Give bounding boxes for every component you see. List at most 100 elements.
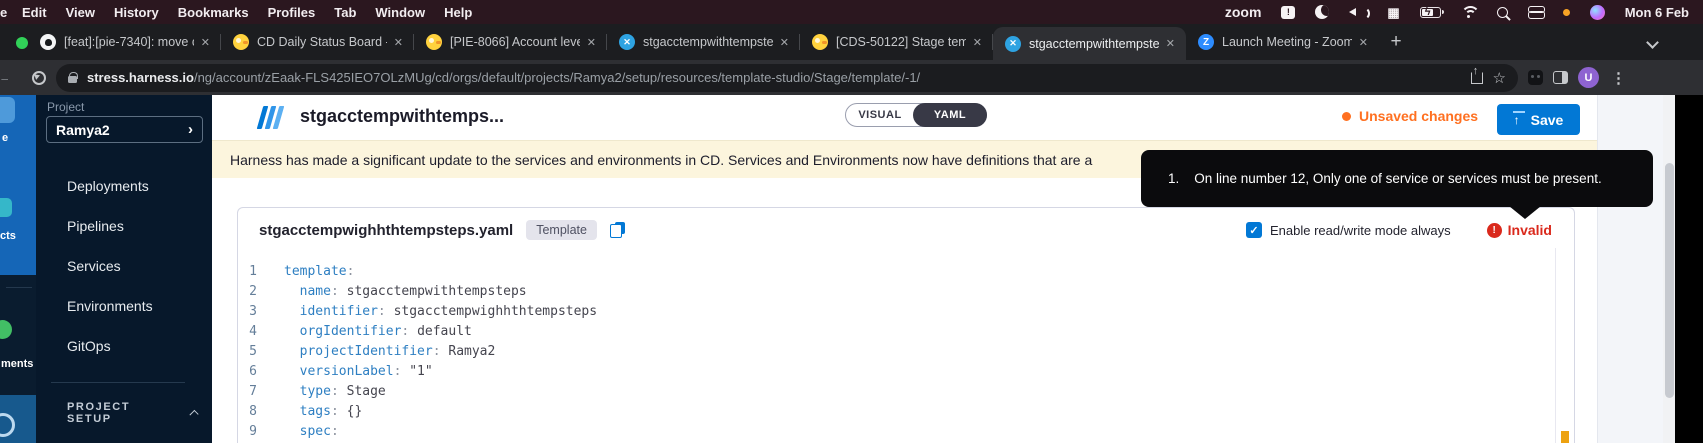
module-label-fragment: cts bbox=[0, 230, 16, 242]
github-icon bbox=[40, 34, 56, 50]
menu-tab[interactable]: Tab bbox=[334, 5, 356, 20]
module-nav-divider bbox=[6, 287, 32, 288]
zoom-statusbar-label[interactable]: zoom bbox=[1225, 4, 1262, 20]
menubar-clock[interactable]: Mon 6 Feb bbox=[1625, 5, 1689, 20]
battery-charging-icon[interactable]: ϟ bbox=[1420, 7, 1441, 18]
siri-icon[interactable] bbox=[1590, 5, 1605, 20]
sidebar-item-environments[interactable]: Environments bbox=[67, 296, 153, 316]
sidebar-project-setup[interactable]: PROJECT SETUP bbox=[67, 401, 197, 425]
crescent-icon[interactable] bbox=[1315, 5, 1329, 19]
control-center-icon[interactable] bbox=[1528, 6, 1543, 19]
tab-label: [PIE-8066] Account level t bbox=[450, 35, 580, 49]
code-line[interactable]: 8 tags: {} bbox=[238, 401, 1548, 421]
invalid-status-badge[interactable]: ! Invalid bbox=[1487, 222, 1552, 238]
keyboard-icon[interactable]: ▦ bbox=[1387, 6, 1399, 19]
address-bar[interactable]: stress.harness.io/ng/account/zEaak-FLS42… bbox=[56, 64, 1518, 92]
url-path: /ng/account/zEaak-FLS425IEO7OLzMUg/cd/or… bbox=[194, 70, 920, 85]
tab-cds-50122[interactable]: [CDS-50122] Stage templa ✕ bbox=[800, 24, 993, 60]
unsaved-changes-badge: Unsaved changes bbox=[1342, 108, 1478, 124]
close-icon[interactable]: ✕ bbox=[198, 36, 213, 49]
share-icon[interactable]: ↑ bbox=[1471, 72, 1483, 84]
menu-bookmarks[interactable]: Bookmarks bbox=[178, 5, 249, 20]
close-icon[interactable]: ✕ bbox=[777, 36, 792, 49]
wifi-icon[interactable] bbox=[1461, 6, 1477, 18]
menu-history[interactable]: History bbox=[114, 5, 159, 20]
yaml-filename: stgacctempwighhthtempsteps.yaml bbox=[259, 222, 513, 239]
sidebar-item-pipelines[interactable]: Pipelines bbox=[67, 216, 124, 236]
code-line[interactable]: 7 type: Stage bbox=[238, 381, 1548, 401]
profile-avatar[interactable]: U bbox=[1578, 67, 1599, 88]
read-write-checkbox[interactable]: ✓ bbox=[1246, 222, 1262, 238]
error-exclamation-icon: ! bbox=[1487, 223, 1502, 238]
menu-view[interactable]: View bbox=[66, 5, 95, 20]
save-button[interactable]: ↑ Save bbox=[1497, 104, 1580, 135]
code-line[interactable]: 4 orgIdentifier: default bbox=[238, 321, 1548, 341]
close-icon[interactable]: ✕ bbox=[391, 36, 406, 49]
sidebar-item-deployments[interactable]: Deployments bbox=[67, 176, 149, 196]
browser-menu-icon[interactable]: ⋮ bbox=[1609, 69, 1628, 87]
extension-icon[interactable] bbox=[1528, 70, 1543, 85]
toggle-visual[interactable]: VISUAL bbox=[846, 104, 914, 126]
reload-icon[interactable] bbox=[32, 71, 46, 85]
module-icon-fragment-green[interactable] bbox=[0, 320, 12, 339]
tab-harness-template-active[interactable]: ✕ stgacctempwithtempsteps ✕ bbox=[993, 27, 1186, 60]
tab-label: [feat]:[pie-7340]: move co bbox=[64, 35, 194, 49]
code-line[interactable]: 9 spec: bbox=[238, 421, 1548, 441]
url-host: stress.harness.io bbox=[87, 70, 194, 85]
save-label: Save bbox=[1531, 112, 1564, 128]
tab-search-chevron-icon[interactable] bbox=[1646, 36, 1659, 49]
spotlight-search-icon[interactable] bbox=[1497, 7, 1508, 18]
page-gutter bbox=[1597, 95, 1663, 443]
traffic-light-green[interactable] bbox=[16, 37, 28, 49]
browser-scrollbar[interactable] bbox=[1663, 95, 1675, 443]
status-alert-icon[interactable]: ! bbox=[1281, 6, 1295, 19]
toggle-yaml[interactable]: YAML bbox=[913, 103, 987, 127]
close-icon[interactable]: ✕ bbox=[970, 36, 985, 49]
code-line[interactable]: 6 versionLabel: "1" bbox=[238, 361, 1548, 381]
code-line[interactable]: 5 projectIdentifier: Ramya2 bbox=[238, 341, 1548, 361]
url-text[interactable]: stress.harness.io/ng/account/zEaak-FLS42… bbox=[87, 70, 1461, 85]
validation-error-tooltip: 1. On line number 12, Only one of servic… bbox=[1141, 150, 1653, 207]
scrollbar-thumb[interactable] bbox=[1665, 163, 1674, 398]
module-icon-fragment-teal[interactable] bbox=[0, 198, 12, 217]
lock-icon[interactable] bbox=[68, 76, 77, 83]
sidebar-item-services[interactable]: Services bbox=[67, 256, 121, 276]
new-tab-button[interactable]: + bbox=[1379, 24, 1413, 60]
volume-icon[interactable] bbox=[1349, 6, 1367, 18]
tab-harness-template-1[interactable]: ✕ stgacctempwithtempsteps ✕ bbox=[607, 24, 800, 60]
menu-window[interactable]: Window bbox=[375, 5, 425, 20]
tab-github-pr[interactable]: [feat]:[pie-7340]: move co ✕ bbox=[28, 24, 221, 60]
code-line[interactable]: 1template: bbox=[238, 261, 1548, 281]
editor-overview-ruler bbox=[1555, 248, 1556, 443]
menu-profiles[interactable]: Profiles bbox=[268, 5, 316, 20]
project-sidebar: Project Ramya2 › Deployments Pipelines S… bbox=[36, 95, 212, 443]
module-icon-fragment-top[interactable] bbox=[0, 97, 15, 123]
sidebar-item-gitops[interactable]: GitOps bbox=[67, 336, 111, 356]
visual-yaml-toggle[interactable]: VISUAL YAML bbox=[845, 103, 987, 127]
bookmark-star-icon[interactable]: ☆ bbox=[1493, 69, 1506, 87]
line-number: 5 bbox=[238, 344, 257, 359]
close-icon[interactable]: ✕ bbox=[1163, 37, 1178, 50]
tab-label: [CDS-50122] Stage templa bbox=[836, 35, 966, 49]
close-icon[interactable]: ✕ bbox=[1356, 36, 1371, 49]
line-number: 4 bbox=[238, 324, 257, 339]
module-label-fragment: ments bbox=[1, 358, 33, 370]
tab-zoom-meeting[interactable]: Z Launch Meeting - Zoom ✕ bbox=[1186, 24, 1379, 60]
menu-help[interactable]: Help bbox=[444, 5, 472, 20]
menu-edit[interactable]: Edit bbox=[22, 5, 47, 20]
tab-pie-8066[interactable]: [PIE-8066] Account level t ✕ bbox=[414, 24, 607, 60]
macos-menu-bar: e Edit View History Bookmarks Profiles T… bbox=[0, 0, 1703, 24]
read-write-label: Enable read/write mode always bbox=[1270, 223, 1451, 238]
code-line[interactable]: 3 identifier: stgacctempwighhthtempsteps bbox=[238, 301, 1548, 321]
copy-icon[interactable] bbox=[610, 222, 625, 238]
invalid-label: Invalid bbox=[1508, 222, 1552, 238]
duck-icon bbox=[426, 34, 442, 50]
close-icon[interactable]: ✕ bbox=[584, 36, 599, 49]
forward-arrow-icon[interactable]: → bbox=[0, 69, 8, 87]
code-line[interactable]: 2 name: stgacctempwithtempsteps bbox=[238, 281, 1548, 301]
yaml-code-editor[interactable]: 1template: 2 name: stgacctempwithtempste… bbox=[238, 261, 1548, 441]
project-selector[interactable]: Ramya2 › bbox=[46, 116, 203, 143]
recording-indicator-dot bbox=[1563, 9, 1570, 16]
tab-cd-status-board[interactable]: CD Daily Status Board - Ag ✕ bbox=[221, 24, 414, 60]
side-panel-icon[interactable] bbox=[1553, 71, 1568, 84]
